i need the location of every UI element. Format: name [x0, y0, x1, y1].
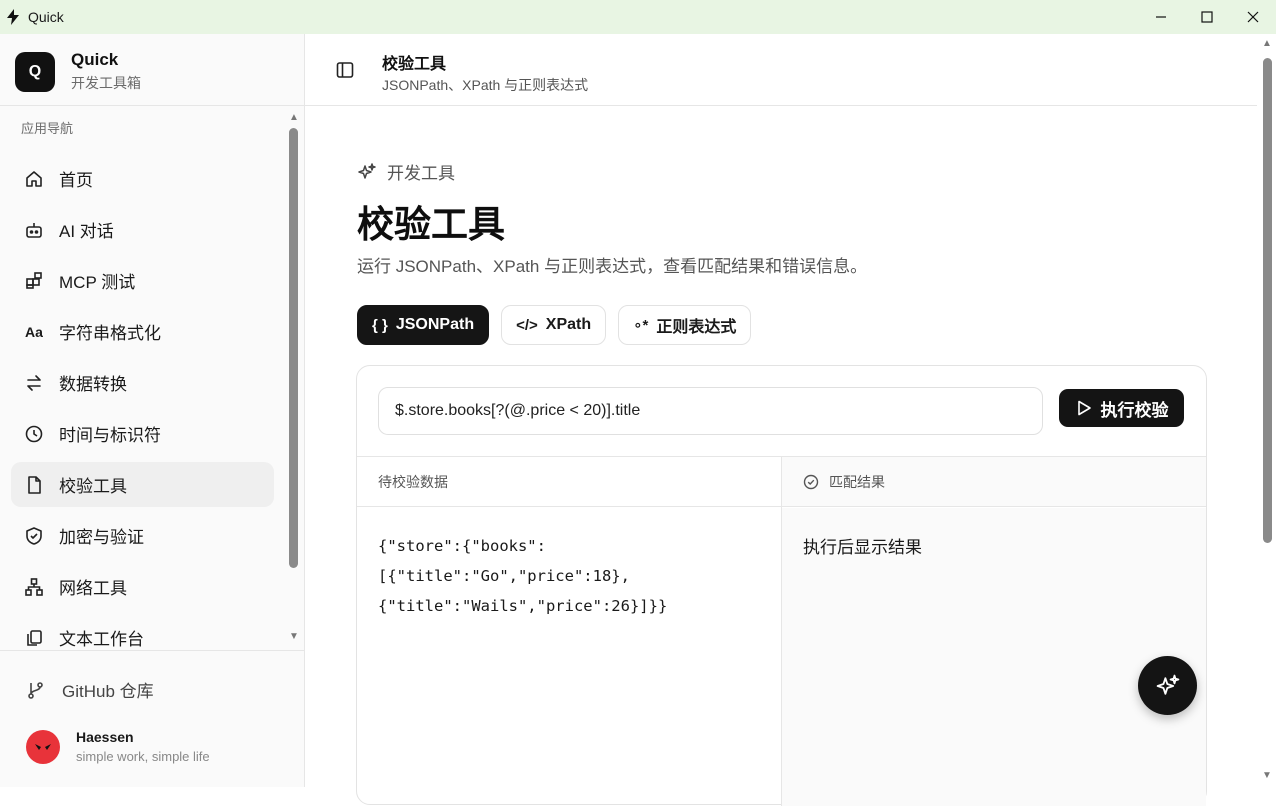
sidebar-item-mcp-test[interactable]: MCP 测试: [11, 258, 274, 303]
ai-assistant-fab[interactable]: [1138, 656, 1197, 715]
sidebar-item-label: 加密与验证: [59, 528, 144, 547]
minimize-button[interactable]: [1138, 0, 1184, 34]
input-pane-title: 待校验数据: [357, 457, 781, 507]
github-label: GitHub 仓库: [62, 682, 154, 701]
tab-regex[interactable]: ∘* 正则表达式: [618, 305, 752, 345]
code-icon: </>: [516, 316, 538, 334]
tab-label: JSONPath: [395, 316, 475, 333]
avatar: [26, 729, 60, 764]
sidebar-item-data-convert[interactable]: 数据转换: [11, 360, 274, 405]
result-pane-header: 匹配结果: [782, 457, 1206, 507]
result-placeholder: 执行后显示结果: [803, 538, 922, 557]
home-icon: [23, 168, 45, 190]
window-title: Quick: [28, 9, 64, 25]
user-motto: simple work, simple life: [76, 749, 210, 764]
brand[interactable]: Q Quick 开发工具箱: [15, 50, 141, 93]
user-profile[interactable]: Haessen simple work, simple life: [26, 729, 210, 764]
sidebar-item-crypto[interactable]: 加密与验证: [11, 513, 274, 558]
query-input[interactable]: $.store.books[?(@.price < 20)].title: [378, 387, 1043, 435]
nav-section-title: 应用导航: [21, 121, 74, 136]
sidebar: Q Quick 开发工具箱 应用导航 首页 AI 对话 MCP 测试 Aa 字符…: [0, 34, 305, 787]
case-icon: Aa: [25, 323, 43, 340]
git-branch-icon: [26, 680, 46, 700]
tab-jsonpath[interactable]: { } JSONPath: [357, 305, 490, 345]
close-button[interactable]: [1230, 0, 1276, 34]
check-circle-icon: [803, 474, 819, 490]
copy-icon: [23, 627, 45, 649]
minimize-icon: [1156, 16, 1166, 18]
sidebar-scroll-down-arrow[interactable]: ▼: [289, 631, 299, 642]
sidebar-toggle-icon[interactable]: [335, 60, 355, 85]
run-validation-button[interactable]: 执行校验: [1059, 389, 1184, 427]
sidebar-item-validator[interactable]: 校验工具: [11, 462, 274, 507]
main-scrollbar-thumb[interactable]: [1263, 58, 1272, 543]
sidebar-item-label: 首页: [59, 171, 93, 190]
main-header: 校验工具 JSONPath、XPath 与正则表达式: [305, 34, 1257, 106]
close-icon: [1247, 11, 1259, 23]
sidebar-item-label: 校验工具: [59, 477, 127, 496]
lightning-icon: [0, 9, 30, 25]
main-scroll-down-arrow[interactable]: ▼: [1262, 770, 1272, 781]
brand-subtitle: 开发工具箱: [71, 75, 141, 91]
page-title: 校验工具: [357, 204, 505, 245]
user-name: Haessen: [76, 729, 134, 745]
header-title: 校验工具: [382, 56, 447, 73]
result-pane: 执行后显示结果: [782, 508, 1206, 806]
input-data-editor[interactable]: {"store":{"books": [{"title":"Go","price…: [378, 531, 768, 621]
sidebar-nav: 首页 AI 对话 MCP 测试 Aa 字符串格式化 数据转换 时间与标识符 校验…: [11, 156, 274, 648]
tab-label: 正则表达式: [656, 319, 737, 336]
sidebar-item-time-id[interactable]: 时间与标识符: [11, 411, 274, 456]
sidebar-item-ai-chat[interactable]: AI 对话: [11, 207, 274, 252]
file-check-icon: [23, 474, 45, 496]
sidebar-item-label: AI 对话: [59, 222, 114, 241]
sidebar-item-label: 文本工作台: [59, 630, 144, 648]
page-description: 运行 JSONPath、XPath 与正则表达式，查看匹配结果和错误信息。: [357, 257, 868, 276]
sidebar-scrollbar-thumb[interactable]: [289, 128, 298, 568]
maximize-icon: [1201, 11, 1213, 23]
title-bar: Quick: [0, 0, 1276, 34]
play-icon: [1075, 399, 1093, 417]
sidebar-scroll-up-arrow[interactable]: ▲: [289, 112, 299, 123]
mode-tabs: { } JSONPath </> XPath ∘* 正则表达式: [357, 305, 763, 345]
sidebar-item-label: MCP 测试: [59, 273, 136, 292]
brand-logo: Q: [15, 51, 55, 92]
tab-label: XPath: [545, 316, 592, 333]
sidebar-item-label: 数据转换: [59, 375, 127, 394]
blocks-icon: [23, 270, 45, 292]
page-eyebrow: 开发工具: [357, 159, 455, 184]
shield-icon: [23, 525, 45, 547]
divider: [0, 650, 304, 651]
divider: [0, 105, 304, 106]
clock-icon: [23, 423, 45, 445]
sparkles-icon: [357, 162, 377, 182]
bot-icon: [23, 219, 45, 241]
validator-card: $.store.books[?(@.price < 20)].title 执行校…: [356, 365, 1207, 806]
sidebar-item-network[interactable]: 网络工具: [11, 564, 274, 609]
sidebar-item-label: 字符串格式化: [59, 324, 161, 343]
main-scroll-up-arrow[interactable]: ▲: [1262, 38, 1272, 49]
brand-name: Quick: [71, 50, 119, 69]
braces-icon: { }: [372, 316, 388, 334]
maximize-button[interactable]: [1184, 0, 1230, 34]
sidebar-item-home[interactable]: 首页: [11, 156, 274, 201]
tab-xpath[interactable]: </> XPath: [501, 305, 607, 345]
sidebar-item-text-workbench[interactable]: 文本工作台: [11, 615, 274, 648]
regex-icon: ∘*: [633, 317, 649, 334]
eyebrow-label: 开发工具: [387, 164, 455, 183]
sidebar-item-label: 网络工具: [59, 579, 127, 598]
sidebar-item-label: 时间与标识符: [59, 426, 161, 445]
arrows-swap-icon: [23, 372, 45, 394]
result-pane-title: 匹配结果: [829, 473, 885, 490]
header-subtitle: JSONPath、XPath 与正则表达式: [382, 77, 589, 93]
run-label: 执行校验: [1100, 400, 1169, 420]
github-link[interactable]: GitHub 仓库: [26, 677, 154, 702]
sidebar-item-string-format[interactable]: Aa 字符串格式化: [11, 309, 274, 354]
sparkles-icon: [1156, 674, 1179, 695]
network-icon: [23, 576, 45, 598]
